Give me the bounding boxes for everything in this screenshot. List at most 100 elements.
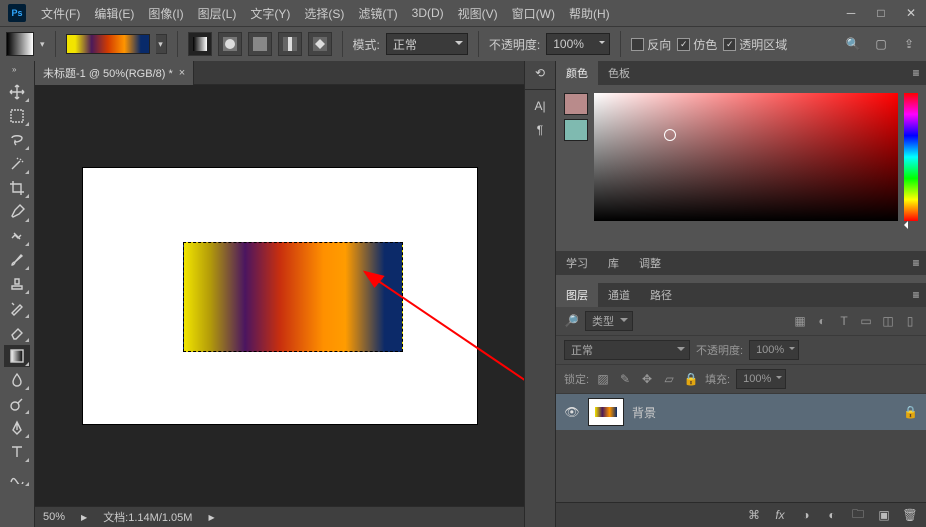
- menu-layer[interactable]: 图层(L): [191, 0, 244, 26]
- window-minimize[interactable]: ─: [836, 0, 866, 26]
- workspace-icon[interactable]: ▢: [870, 33, 892, 55]
- filter-type-icon[interactable]: T: [836, 313, 852, 329]
- move-tool[interactable]: [4, 81, 30, 103]
- canvas[interactable]: [83, 168, 477, 424]
- mid-panel-menu[interactable]: ≡: [906, 251, 926, 275]
- filter-shape-icon[interactable]: ▭: [858, 313, 874, 329]
- canvas-viewport[interactable]: [35, 85, 524, 506]
- reverse-checkbox[interactable]: 反向: [631, 36, 671, 53]
- layer-row[interactable]: 👁 背景 🔒: [556, 394, 926, 430]
- zoom-menu-icon[interactable]: ▶: [81, 513, 87, 522]
- path-tool[interactable]: [4, 465, 30, 487]
- dodge-tool[interactable]: [4, 393, 30, 415]
- layer-name[interactable]: 背景: [632, 404, 656, 421]
- foreground-swatch[interactable]: [564, 93, 588, 115]
- tool-preset-picker[interactable]: [6, 32, 34, 56]
- window-close[interactable]: ✕: [896, 0, 926, 26]
- color-picker-field[interactable]: [594, 93, 898, 221]
- close-tab-icon[interactable]: ×: [179, 67, 185, 79]
- layer-fill-input[interactable]: 100%: [736, 369, 786, 389]
- color-tab[interactable]: 颜色: [556, 61, 598, 85]
- gradient-tool[interactable]: [4, 345, 30, 367]
- docinfo-menu-icon[interactable]: ▶: [208, 513, 214, 522]
- blur-tool[interactable]: [4, 369, 30, 391]
- menu-help[interactable]: 帮助(H): [562, 0, 617, 26]
- paths-tab[interactable]: 路径: [640, 283, 682, 307]
- menu-3d[interactable]: 3D(D): [405, 0, 451, 26]
- menu-filter[interactable]: 滤镜(T): [351, 0, 404, 26]
- history-panel-icon[interactable]: ⟲: [525, 61, 555, 85]
- group-icon[interactable]: 🗀: [850, 507, 866, 523]
- gradient-picker[interactable]: [66, 34, 150, 54]
- filter-smart-icon[interactable]: ◫: [880, 313, 896, 329]
- menu-image[interactable]: 图像(I): [141, 0, 190, 26]
- zoom-level[interactable]: 50%: [43, 511, 65, 523]
- toolbar-expand[interactable]: »: [12, 65, 22, 75]
- blend-mode-select[interactable]: 正常: [386, 33, 468, 55]
- document-tab[interactable]: 未标题-1 @ 50%(RGB/8) * ×: [35, 61, 194, 85]
- lock-transparency-icon[interactable]: ▨: [595, 371, 611, 387]
- menu-view[interactable]: 视图(V): [451, 0, 505, 26]
- background-swatch[interactable]: [564, 119, 588, 141]
- layers-tab[interactable]: 图层: [556, 283, 598, 307]
- opacity-input[interactable]: 100%: [546, 33, 610, 55]
- menu-edit[interactable]: 编辑(E): [87, 0, 141, 26]
- magic-wand-tool[interactable]: [4, 153, 30, 175]
- eraser-tool[interactable]: [4, 321, 30, 343]
- menu-file[interactable]: 文件(F): [34, 0, 87, 26]
- layer-mask-icon[interactable]: ◑: [798, 507, 814, 523]
- channels-tab[interactable]: 通道: [598, 283, 640, 307]
- dither-checkbox[interactable]: 仿色: [677, 36, 717, 53]
- adjustments-tab[interactable]: 调整: [629, 251, 671, 275]
- layer-fx-icon[interactable]: fx: [772, 507, 788, 523]
- layer-opacity-input[interactable]: 100%: [749, 340, 799, 360]
- layers-panel-menu[interactable]: ≡: [906, 283, 926, 307]
- menu-window[interactable]: 窗口(W): [505, 0, 562, 26]
- filter-adjust-icon[interactable]: ◐: [814, 313, 830, 329]
- gradient-radial[interactable]: [218, 32, 242, 56]
- layer-filter-kind[interactable]: 类型: [585, 311, 633, 331]
- search-icon[interactable]: 🔍: [842, 33, 864, 55]
- lasso-tool[interactable]: [4, 129, 30, 151]
- crop-tool[interactable]: [4, 177, 30, 199]
- lock-position-icon[interactable]: ✥: [639, 371, 655, 387]
- link-layers-icon[interactable]: ⌘: [746, 507, 762, 523]
- gradient-picker-dropdown[interactable]: ▾: [156, 34, 167, 54]
- brush-tool[interactable]: [4, 249, 30, 271]
- gradient-linear[interactable]: [188, 32, 212, 56]
- filter-pixel-icon[interactable]: ▦: [792, 313, 808, 329]
- healing-tool[interactable]: [4, 225, 30, 247]
- learn-tab[interactable]: 学习: [556, 251, 598, 275]
- libraries-tab[interactable]: 库: [598, 251, 629, 275]
- search-icon[interactable]: 🔎: [564, 314, 579, 328]
- pen-tool[interactable]: [4, 417, 30, 439]
- layer-thumbnail[interactable]: [588, 398, 624, 426]
- lock-all-icon[interactable]: 🔒: [683, 371, 699, 387]
- character-panel-icon[interactable]: A|: [525, 94, 555, 118]
- menu-select[interactable]: 选择(S): [297, 0, 351, 26]
- marquee-tool[interactable]: [4, 105, 30, 127]
- lock-image-icon[interactable]: ✎: [617, 371, 633, 387]
- swatches-tab[interactable]: 色板: [598, 61, 640, 85]
- trash-icon[interactable]: 🗑: [902, 507, 918, 523]
- gradient-reflected[interactable]: [278, 32, 302, 56]
- stamp-tool[interactable]: [4, 273, 30, 295]
- color-panel-menu[interactable]: ≡: [906, 61, 926, 85]
- filter-toggle[interactable]: ▯: [902, 313, 918, 329]
- history-brush-tool[interactable]: [4, 297, 30, 319]
- gradient-angle[interactable]: [248, 32, 272, 56]
- menu-type[interactable]: 文字(Y): [243, 0, 297, 26]
- eyedropper-tool[interactable]: [4, 201, 30, 223]
- adjustment-layer-icon[interactable]: ◐: [824, 507, 840, 523]
- visibility-toggle[interactable]: 👁: [564, 404, 580, 420]
- new-layer-icon[interactable]: ▣: [876, 507, 892, 523]
- paragraph-panel-icon[interactable]: ¶: [525, 118, 555, 142]
- layer-blend-mode[interactable]: 正常: [564, 340, 690, 360]
- transparency-checkbox[interactable]: 透明区域: [723, 36, 787, 53]
- hue-slider[interactable]: [904, 93, 918, 221]
- share-icon[interactable]: ⇪: [898, 33, 920, 55]
- gradient-diamond[interactable]: [308, 32, 332, 56]
- lock-artboard-icon[interactable]: ▱: [661, 371, 677, 387]
- window-maximize[interactable]: □: [866, 0, 896, 26]
- type-tool[interactable]: [4, 441, 30, 463]
